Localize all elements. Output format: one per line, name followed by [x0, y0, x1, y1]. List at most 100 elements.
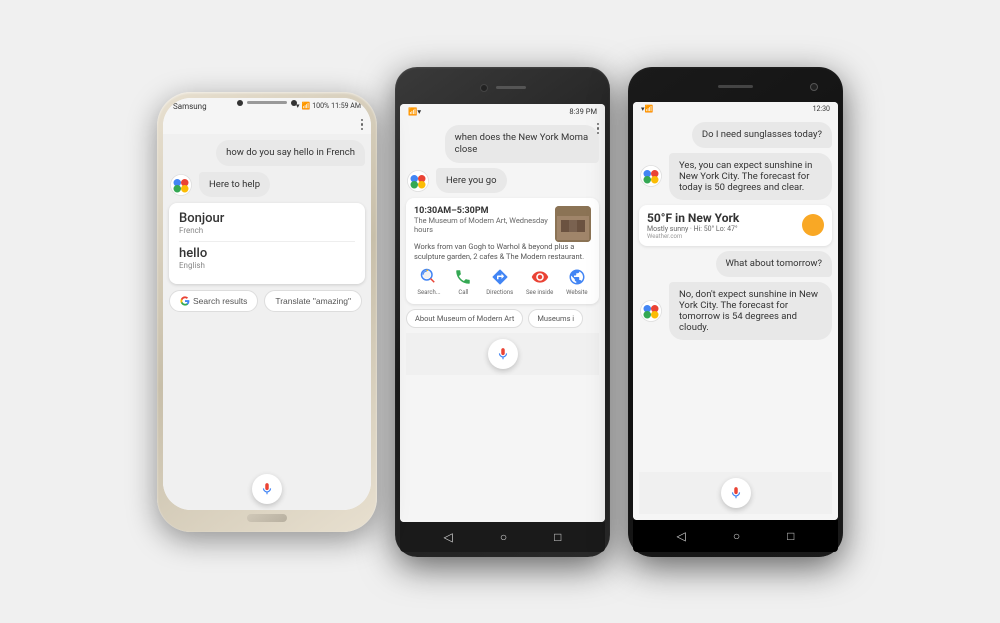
- assistant-bubble-2: No, don't expect sunshine in New York Ci…: [669, 282, 832, 340]
- phone1-screen: Samsung ▾ 📶 100% 11:59 AM how do you say…: [163, 98, 371, 510]
- user-message: how do you say hello in French: [216, 140, 365, 166]
- user-msg-1: Do I need sunglasses today?: [639, 122, 832, 148]
- overflow-menu-icon[interactable]: [361, 119, 364, 131]
- translation-word2: hello: [179, 246, 355, 261]
- phone3-screen: ▾📶 12:30 Do I need sunglasses today?: [633, 102, 838, 520]
- assistant-row-2: No, don't expect sunshine in New York Ci…: [639, 282, 832, 340]
- signal-icon: ▾📶: [641, 105, 653, 113]
- directions-action[interactable]: Directions: [486, 267, 513, 296]
- search-action[interactable]: Search...: [417, 267, 440, 296]
- website-icon: [567, 267, 587, 287]
- museum-card: 10:30AM–5:30PM The Museum of Modern Art,…: [406, 198, 599, 304]
- status-icons: ▾ 📶 100% 11:59 AM: [296, 102, 361, 110]
- app-header: [163, 115, 371, 135]
- recents-button[interactable]: □: [554, 530, 561, 544]
- status-left: 📶▾: [408, 107, 421, 116]
- translation-lang2: English: [179, 261, 355, 270]
- chips-row: About Museum of Modern Art Museums i: [406, 309, 599, 328]
- user-bubble-2: What about tomorrow?: [716, 251, 833, 277]
- museum-info: 10:30AM–5:30PM The Museum of Modern Art,…: [414, 206, 555, 238]
- user-message-row: when does the New York Moma close: [406, 125, 599, 164]
- signal-icon: 📶: [301, 102, 310, 110]
- translate-button[interactable]: Translate "amazing": [264, 290, 362, 312]
- google-g-icon: [180, 296, 190, 306]
- directions-label: Directions: [486, 289, 513, 296]
- speaker: [718, 85, 753, 88]
- phone3-status-bar: ▾📶 12:30: [633, 102, 838, 116]
- time-display: 12:30: [813, 105, 830, 113]
- website-action[interactable]: Website: [566, 267, 587, 296]
- overflow-menu-icon[interactable]: [597, 123, 600, 135]
- museum-name: The Museum of Modern Art, Wednesday hour…: [414, 216, 555, 234]
- mic-area: [406, 333, 599, 375]
- assistant-bubble: Here you go: [436, 168, 507, 193]
- chip-about[interactable]: About Museum of Modern Art: [406, 309, 523, 328]
- weather-desc: Mostly sunny · Hi: 50° Lo: 47°: [647, 225, 739, 233]
- sun-icon: [802, 214, 824, 236]
- chip-museums[interactable]: Museums i: [528, 309, 583, 328]
- home-button[interactable]: ○: [733, 529, 740, 543]
- weather-temp: 50°F in New York: [647, 211, 739, 225]
- back-button[interactable]: ◁: [677, 529, 686, 543]
- front-camera: [480, 84, 488, 92]
- museum-thumbnail: [555, 206, 591, 242]
- phone3-chat: Do I need sunglasses today? Yes, you can…: [633, 116, 838, 520]
- user-msg-2: What about tomorrow?: [639, 251, 832, 277]
- translation-word1: Bonjour: [179, 211, 355, 226]
- phone2-nexus: 📶▾ 8:39 PM when does the New York Moma c…: [395, 67, 610, 557]
- assistant-icon: [639, 164, 663, 188]
- phone1-status-bar: Samsung ▾ 📶 100% 11:59 AM: [163, 98, 371, 115]
- assistant-row-1: Yes, you can expect sunshine in New York…: [639, 153, 832, 200]
- call-action[interactable]: Call: [453, 267, 473, 296]
- mic-area: [163, 468, 371, 510]
- weather-card: 50°F in New York Mostly sunny · Hi: 50° …: [639, 205, 832, 246]
- search-label: Search...: [417, 289, 440, 296]
- assistant-bubble: Here to help: [199, 172, 270, 197]
- translation-lang1: French: [179, 226, 355, 235]
- back-button[interactable]: ◁: [444, 530, 453, 544]
- mic-button[interactable]: [252, 474, 282, 504]
- call-icon: [453, 267, 473, 287]
- overflow-icon[interactable]: [597, 123, 600, 135]
- speaker: [496, 86, 526, 89]
- recents-button[interactable]: □: [787, 529, 794, 543]
- see-inside-icon: [530, 267, 550, 287]
- museum-description: Works from van Gogh to Warhol & beyond p…: [414, 242, 591, 262]
- phone3-pixel: ▾📶 12:30 Do I need sunglasses today?: [628, 67, 843, 557]
- status-left: ▾📶: [641, 105, 653, 113]
- see-inside-action[interactable]: See inside: [526, 267, 553, 296]
- assistant-icon-2: [639, 299, 663, 323]
- user-message: when does the New York Moma close: [445, 125, 599, 164]
- user-bubble-1: Do I need sunglasses today?: [692, 122, 832, 148]
- museum-hours: 10:30AM–5:30PM: [414, 206, 555, 216]
- phone1-chat: how do you say hello in French Here to h…: [163, 134, 371, 468]
- mic-button[interactable]: [488, 339, 518, 369]
- phone2-top-bar: [400, 72, 605, 104]
- weather-row: 50°F in New York Mostly sunny · Hi: 50° …: [647, 211, 824, 240]
- weather-info: 50°F in New York Mostly sunny · Hi: 50° …: [647, 211, 739, 240]
- assistant-icon: [169, 173, 193, 197]
- phone3-nav-bar: ◁ ○ □: [633, 520, 838, 552]
- time-text: 11:59 AM: [331, 102, 361, 110]
- mic-button[interactable]: [721, 478, 751, 508]
- see-inside-label: See inside: [526, 289, 553, 296]
- phone2-screen: 📶▾ 8:39 PM when does the New York Moma c…: [400, 104, 605, 522]
- phone2-status-bar: 📶▾ 8:39 PM: [400, 104, 605, 119]
- action-buttons: Search results Translate "amazing": [169, 290, 365, 312]
- battery-text: 100%: [312, 102, 329, 110]
- search-action-icon: [419, 267, 439, 287]
- directions-icon: [490, 267, 510, 287]
- front-camera: [810, 83, 818, 91]
- search-results-button[interactable]: Search results: [169, 290, 258, 312]
- weather-source: Weather.com: [647, 233, 739, 240]
- museum-actions: Search... Call Directions: [414, 267, 591, 296]
- signal-icon: 📶▾: [408, 107, 421, 116]
- home-button[interactable]: [247, 514, 287, 522]
- home-button[interactable]: ○: [500, 530, 507, 544]
- wifi-icon: ▾: [296, 102, 300, 110]
- mic-area: [639, 472, 832, 514]
- phone2-nav-bar: ◁ ○ □: [400, 522, 605, 552]
- assistant-message-row: Here to help: [169, 172, 365, 197]
- assistant-bubble-1: Yes, you can expect sunshine in New York…: [669, 153, 832, 200]
- phone3-top-bar: [633, 72, 838, 102]
